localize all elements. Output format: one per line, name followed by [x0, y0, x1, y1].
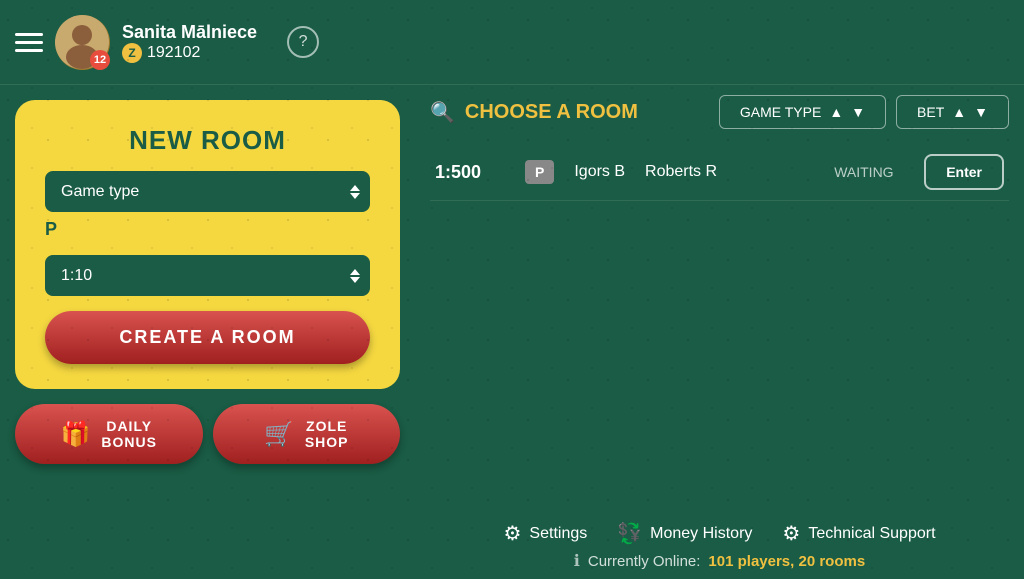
money-history-link[interactable]: 💱 Money History [617, 521, 752, 546]
player2-name: Roberts R [645, 163, 717, 181]
choose-room-header: 🔍 CHOOSE A ROOM GAME TYPE ▲ ▼ BET ▲ ▼ [430, 95, 1009, 129]
help-button[interactable]: ? [287, 26, 319, 58]
balance-row: Z 192102 [122, 43, 257, 63]
game-type-filter-button[interactable]: GAME TYPE ▲ ▼ [719, 95, 886, 129]
footer-links: ⚙ Settings 💱 Money History ⚙ Technical S… [503, 521, 935, 546]
daily-bonus-label: DAILY BONUS [101, 418, 157, 450]
settings-label: Settings [529, 525, 587, 543]
bet-filter-arrow-up-icon: ▲ [952, 104, 966, 120]
header: 12 Sanita Mālniece Z 192102 ? [0, 0, 1024, 85]
player1-name: Igors B [574, 163, 625, 181]
game-type-filter-arrow-up-icon: ▲ [829, 104, 843, 120]
left-panel: NEW ROOM Game type P 1:10 CREATE A ROOM [0, 85, 415, 579]
online-count: 101 players, 20 rooms [708, 553, 865, 570]
settings-icon: ⚙ [503, 521, 521, 546]
technical-support-label: Technical Support [808, 525, 935, 543]
new-room-title: NEW ROOM [129, 125, 286, 156]
create-room-button[interactable]: CREATE A ROOM [45, 311, 370, 364]
footer: ⚙ Settings 💱 Money History ⚙ Technical S… [415, 513, 1024, 579]
online-text: Currently Online: [588, 553, 701, 570]
zole-shop-label: ZOLE SHOP [305, 418, 349, 450]
choose-room-title: 🔍 CHOOSE A ROOM [430, 100, 638, 125]
user-info: Sanita Mālniece Z 192102 [122, 22, 257, 63]
table-row: 1:500 P Igors B Roberts R WAITING Enter [430, 144, 1009, 201]
game-type-container: Game type [45, 171, 370, 212]
game-type-filter-arrow-down-icon: ▼ [851, 104, 865, 120]
money-history-label: Money History [650, 525, 752, 543]
daily-bonus-button[interactable]: 🎁 DAILY BONUS [15, 404, 203, 464]
enter-room-button[interactable]: Enter [924, 154, 1004, 190]
info-icon: ℹ [574, 551, 580, 571]
main-content: NEW ROOM Game type P 1:10 CREATE A ROOM [0, 85, 1024, 579]
bottom-buttons: 🎁 DAILY BONUS 🛒 ZOLE SHOP [15, 404, 400, 464]
bet-filter-button[interactable]: BET ▲ ▼ [896, 95, 1009, 129]
room-status: WAITING [834, 164, 904, 180]
room-players: Igors B Roberts R [574, 163, 814, 181]
technical-support-icon: ⚙ [782, 521, 800, 546]
p-label: P [45, 219, 57, 240]
technical-support-link[interactable]: ⚙ Technical Support [782, 521, 935, 546]
new-room-card: NEW ROOM Game type P 1:10 CREATE A ROOM [15, 100, 400, 389]
game-type-filter-label: GAME TYPE [740, 104, 821, 120]
settings-link[interactable]: ⚙ Settings [503, 521, 587, 546]
gift-icon: 🎁 [61, 420, 92, 449]
avatar-container: 12 [55, 15, 110, 70]
bet-container: 1:10 [45, 255, 370, 296]
money-history-icon: 💱 [617, 521, 642, 546]
bet-select[interactable]: 1:10 [45, 255, 370, 296]
zole-shop-button[interactable]: 🛒 ZOLE SHOP [213, 404, 401, 464]
right-panel: 🔍 CHOOSE A ROOM GAME TYPE ▲ ▼ BET ▲ ▼ 1:… [415, 85, 1024, 579]
menu-button[interactable] [15, 33, 43, 52]
zole-currency-icon: Z [122, 43, 142, 63]
room-list: 1:500 P Igors B Roberts R WAITING Enter [430, 144, 1009, 569]
online-status: ℹ Currently Online: 101 players, 20 room… [574, 551, 865, 571]
notification-badge: 12 [90, 50, 110, 70]
choose-room-label: CHOOSE A ROOM [465, 101, 638, 124]
room-bet: 1:500 [435, 162, 505, 183]
filters: GAME TYPE ▲ ▼ BET ▲ ▼ [719, 95, 1009, 129]
username: Sanita Mālniece [122, 22, 257, 43]
room-type-badge: P [525, 160, 554, 184]
cart-icon: 🛒 [264, 420, 295, 449]
search-icon: 🔍 [430, 100, 455, 125]
game-type-select[interactable]: Game type [45, 171, 370, 212]
balance-amount: 192102 [147, 44, 200, 62]
bet-filter-arrow-down-icon: ▼ [974, 104, 988, 120]
bet-filter-label: BET [917, 104, 944, 120]
